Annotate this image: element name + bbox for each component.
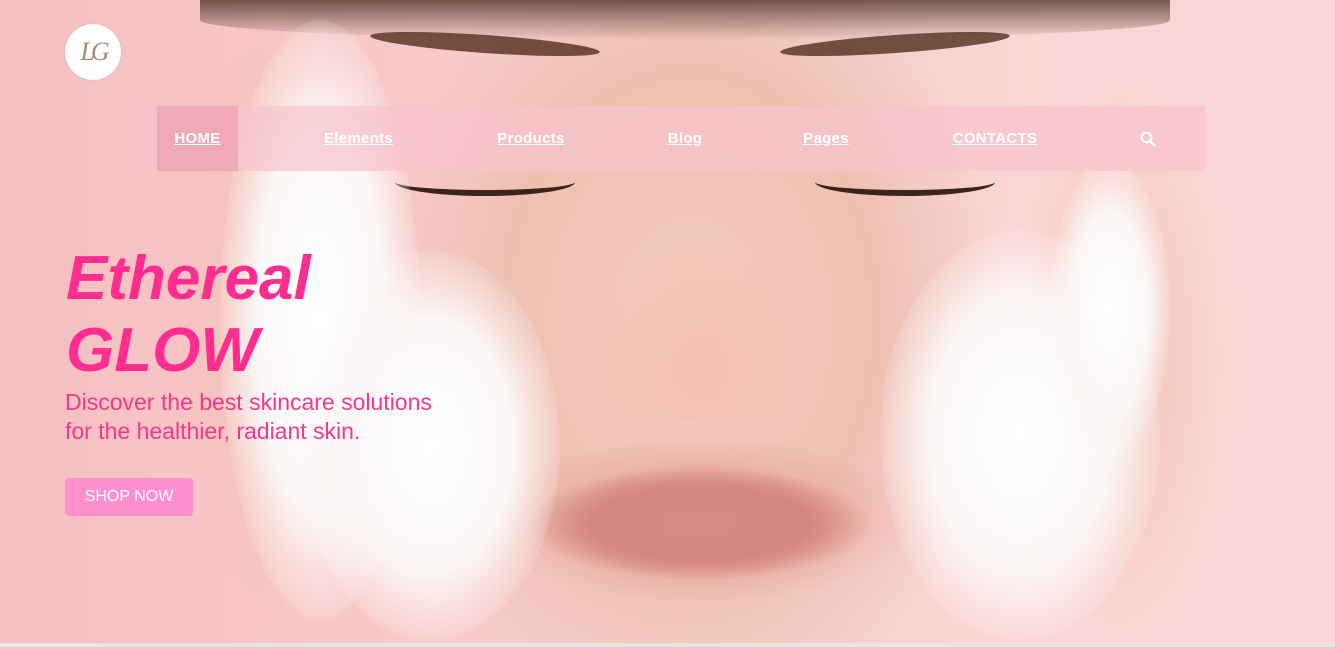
hero-title: Ethereal GLOW [66, 243, 311, 387]
search-button[interactable] [1133, 106, 1163, 171]
hero-left-eye [395, 168, 575, 196]
logo-text: LG [80, 37, 109, 66]
hero-right-eye [815, 168, 995, 196]
nav-item-products[interactable]: Products [475, 106, 587, 171]
nav-item-pages[interactable]: Pages [782, 106, 870, 171]
shop-now-button[interactable]: SHOP NOW [65, 478, 193, 516]
logo[interactable]: LG [65, 24, 121, 80]
search-icon [1140, 131, 1156, 147]
nav-item-blog[interactable]: Blog [647, 106, 723, 171]
hero-subtitle-line1: Discover the best skincare solutions [65, 389, 432, 415]
hero-foam-right-upper [1050, 160, 1170, 460]
hero-subtitle: Discover the best skincare solutions for… [65, 388, 485, 446]
hero-lips [530, 468, 870, 580]
hero-title-line2: GLOW [66, 316, 259, 385]
nav-item-contacts[interactable]: CONTACTS [931, 106, 1059, 171]
hero-nose [600, 240, 800, 420]
main-nav: HOME Elements Products Blog Pages CONTAC… [125, 106, 1205, 171]
nav-item-elements[interactable]: Elements [301, 106, 416, 171]
nav-item-home[interactable]: HOME [157, 106, 238, 171]
section-divider [0, 643, 1335, 647]
page: LG HOME Elements Products Blog Pages CON… [0, 0, 1335, 647]
hero-title-line1: Ethereal [66, 244, 311, 313]
hero-subtitle-line2: for the healthier, radiant skin. [65, 418, 361, 444]
